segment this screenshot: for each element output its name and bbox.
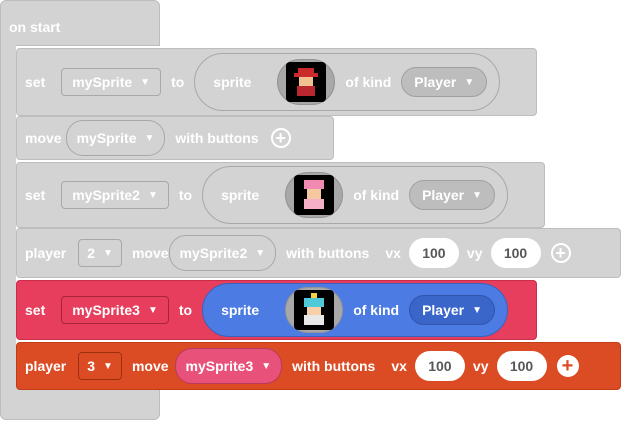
red-hat-character-sprite-icon	[286, 62, 327, 102]
set-mysprite2-block[interactable]: set mySprite2 ▼ to sprite of kind Player…	[16, 162, 545, 228]
caret-down-icon: ▼	[103, 360, 113, 372]
caret-down-icon: ▼	[147, 189, 158, 201]
caret-down-icon: ▼	[472, 304, 483, 316]
set-keyword: set	[25, 74, 46, 90]
vy-keyword: vy	[466, 245, 483, 261]
set-keyword: set	[25, 187, 46, 203]
vy-keyword: vy	[472, 358, 489, 374]
sprite-keyword: sprite	[221, 302, 260, 318]
sprite-of-kind-expression[interactable]: sprite of kind Player ▼	[194, 53, 501, 111]
variable-name: mySprite3	[185, 358, 254, 374]
variable-pill-mysprite3[interactable]: mySprite3 ▼	[174, 348, 283, 384]
vx-input[interactable]: 100	[408, 238, 459, 268]
caret-down-icon: ▼	[147, 304, 158, 316]
plus-icon[interactable]: +	[270, 128, 291, 148]
of-kind-keyword: of kind	[345, 74, 392, 90]
sprite-of-kind-expression[interactable]: sprite of kind Player ▼	[202, 283, 509, 337]
player-number-dropdown[interactable]: 2 ▼	[78, 239, 122, 267]
kind-dropdown-player[interactable]: Player ▼	[409, 180, 496, 210]
variable-name: mySprite3	[72, 302, 140, 318]
caret-down-icon: ▼	[144, 132, 155, 144]
vy-input[interactable]: 100	[496, 351, 547, 381]
caret-down-icon: ▼	[464, 76, 475, 88]
player-2-move-block[interactable]: player 2 ▼ move mySprite2 ▼ with buttons…	[16, 228, 621, 278]
sprite-keyword: sprite	[213, 74, 252, 90]
sprite-image-picker[interactable]	[285, 172, 344, 218]
on-start-label: on start	[9, 19, 61, 35]
vx-input[interactable]: 100	[414, 351, 465, 381]
to-keyword: to	[178, 187, 193, 203]
player-number-dropdown[interactable]: 3 ▼	[78, 352, 122, 380]
with-buttons-keyword: with buttons	[286, 245, 370, 261]
variable-dropdown-mysprite2[interactable]: mySprite2 ▼	[61, 181, 169, 209]
caret-down-icon: ▼	[103, 247, 113, 259]
with-buttons-keyword: with buttons	[292, 358, 376, 374]
variable-name: mySprite2	[72, 187, 140, 203]
variable-name: mySprite	[72, 74, 133, 90]
blue-hair-character-sprite-icon	[294, 290, 335, 330]
variable-pill-mysprite2[interactable]: mySprite2 ▼	[168, 235, 277, 271]
caret-down-icon: ▼	[261, 360, 272, 372]
variable-dropdown-mysprite[interactable]: mySprite ▼	[61, 68, 162, 96]
caret-down-icon: ▼	[472, 189, 483, 201]
kind-dropdown-player[interactable]: Player ▼	[401, 67, 488, 97]
sprite-of-kind-expression[interactable]: sprite of kind Player ▼	[202, 166, 509, 224]
move-mysprite-with-buttons-block[interactable]: move mySprite ▼ with buttons +	[16, 116, 334, 160]
player-3-move-block[interactable]: player 3 ▼ move mySprite3 ▼ with buttons…	[16, 342, 621, 390]
kind-value: Player	[422, 302, 465, 318]
sprite-image-picker[interactable]	[277, 59, 336, 105]
player-keyword: player	[25, 358, 67, 374]
caret-down-icon: ▼	[140, 76, 151, 88]
vx-keyword: vx	[391, 358, 407, 374]
player-number: 3	[87, 358, 96, 374]
player-number: 2	[87, 245, 96, 261]
kind-value: Player	[414, 74, 457, 90]
variable-dropdown-mysprite3[interactable]: mySprite3 ▼	[61, 296, 169, 324]
move-keyword: move	[131, 358, 169, 374]
sprite-keyword: sprite	[221, 187, 260, 203]
vy-input[interactable]: 100	[490, 238, 541, 268]
pink-hair-character-sprite-icon	[294, 175, 335, 215]
set-keyword: set	[25, 302, 46, 318]
variable-name: mySprite2	[179, 245, 248, 261]
of-kind-keyword: of kind	[353, 302, 400, 318]
variable-pill-mysprite[interactable]: mySprite ▼	[65, 120, 166, 156]
kind-dropdown-player[interactable]: Player ▼	[409, 295, 496, 325]
move-keyword: move	[131, 245, 169, 261]
plus-icon[interactable]: +	[556, 355, 579, 377]
sprite-image-picker[interactable]	[285, 287, 344, 333]
to-keyword: to	[178, 302, 193, 318]
player-keyword: player	[25, 245, 67, 261]
vx-keyword: vx	[385, 245, 401, 261]
on-start-hat-block[interactable]: on start	[0, 0, 160, 46]
plus-icon[interactable]: +	[550, 243, 571, 263]
variable-name: mySprite	[76, 130, 137, 146]
caret-down-icon: ▼	[255, 247, 266, 259]
to-keyword: to	[171, 74, 185, 90]
set-mysprite-block[interactable]: set mySprite ▼ to sprite of kind Player …	[16, 48, 537, 116]
with-buttons-keyword: with buttons	[175, 130, 259, 146]
kind-value: Player	[422, 187, 465, 203]
of-kind-keyword: of kind	[353, 187, 400, 203]
on-start-spine	[0, 44, 16, 380]
set-mysprite3-block[interactable]: set mySprite3 ▼ to sprite of kind Player…	[16, 280, 537, 340]
move-keyword: move	[25, 130, 62, 146]
